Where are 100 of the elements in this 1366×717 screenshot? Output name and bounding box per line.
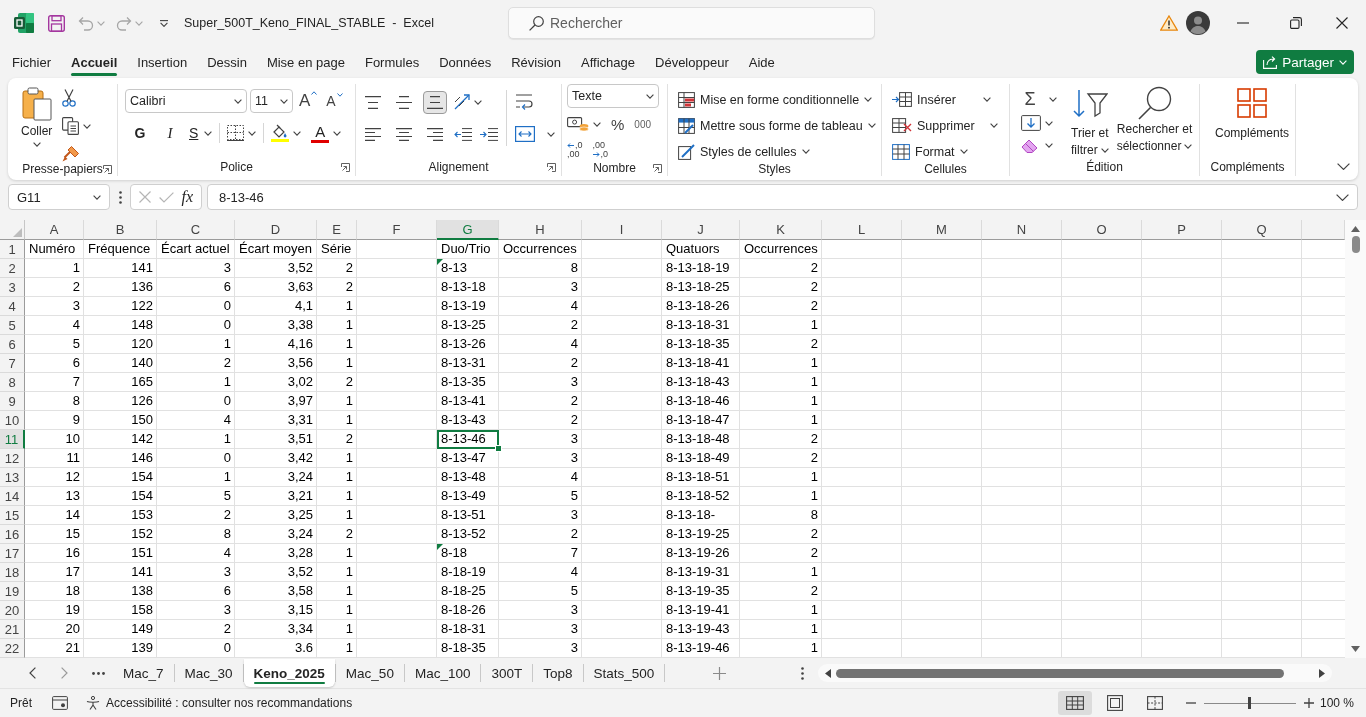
row-header[interactable]: 16 <box>0 525 25 544</box>
vertical-dots-icon[interactable] <box>801 666 805 680</box>
underline-button[interactable]: S <box>189 125 213 141</box>
copy-button[interactable] <box>62 117 92 135</box>
row-header[interactable]: 10 <box>0 411 25 430</box>
avatar-icon[interactable] <box>1186 11 1210 35</box>
chevron-down-icon[interactable] <box>1337 163 1350 170</box>
row-header[interactable]: 14 <box>0 487 25 506</box>
sheet-tab[interactable]: Mac_100 <box>404 659 481 687</box>
fill-color-button[interactable] <box>271 124 302 142</box>
font-name-dropdown[interactable]: Calibri <box>125 89 247 113</box>
sheet-tab[interactable]: Top8 <box>533 659 583 687</box>
zoom-level[interactable]: 100 % <box>1319 696 1354 710</box>
column-header[interactable]: O <box>1062 220 1142 240</box>
italic-button[interactable]: I <box>159 124 181 142</box>
column-header[interactable]: Q <box>1222 220 1302 240</box>
shrink-font-button[interactable]: A <box>326 93 343 109</box>
column-header[interactable]: P <box>1142 220 1222 240</box>
delete-button[interactable]: Supprimer <box>892 116 998 135</box>
merge-button[interactable] <box>515 126 555 142</box>
column-header[interactable]: H <box>499 220 582 240</box>
fill-handle[interactable] <box>495 445 502 452</box>
vertical-dots-icon[interactable] <box>119 190 122 204</box>
menu-tab[interactable]: Fichier <box>2 46 61 78</box>
row-header[interactable]: 8 <box>0 373 25 392</box>
scrollbar-thumb[interactable] <box>1351 236 1360 253</box>
sheet-tab[interactable]: Mac_7 <box>113 659 174 687</box>
column-header[interactable]: J <box>662 220 740 240</box>
row-header[interactable]: 5 <box>0 316 25 335</box>
column-header[interactable]: L <box>822 220 902 240</box>
increase-decimal-button[interactable]: ,0 ,00 <box>567 141 583 159</box>
column-header[interactable]: C <box>157 220 235 240</box>
row-header[interactable]: 12 <box>0 449 25 468</box>
sheet-tab[interactable]: Keno_2025 <box>243 659 335 687</box>
font-color-button[interactable]: A <box>311 123 342 143</box>
dialog-launcher-icon[interactable] <box>341 162 350 172</box>
wrap-text-icon[interactable] <box>515 93 533 111</box>
format-button[interactable]: Format <box>892 142 998 161</box>
column-header[interactable]: B <box>84 220 157 240</box>
grow-font-button[interactable]: A <box>299 91 318 111</box>
triangle-left-icon[interactable] <box>825 668 832 678</box>
column-header[interactable]: F <box>357 220 437 240</box>
view-button[interactable] <box>1057 691 1092 715</box>
autosum-button[interactable]: Σ <box>1021 90 1057 108</box>
insert-button[interactable]: Insérer <box>892 90 998 109</box>
plus-icon[interactable] <box>713 666 727 680</box>
row-header[interactable]: 13 <box>0 468 25 487</box>
row-header[interactable]: 7 <box>0 354 25 373</box>
menu-tab[interactable]: Données <box>429 46 502 78</box>
paste-button[interactable]: Coller <box>21 87 53 147</box>
conditional-formatting-button[interactable]: Mise en forme conditionnelle <box>678 90 876 109</box>
restore-icon[interactable] <box>1290 17 1302 29</box>
sheet-tab[interactable]: Mac_50 <box>335 659 404 687</box>
share-button[interactable]: Partager <box>1256 50 1354 74</box>
number-format-dropdown[interactable]: Texte <box>567 84 659 108</box>
scrollbar-thumb[interactable] <box>836 668 1285 678</box>
menu-tab[interactable]: Aide <box>738 46 785 78</box>
column-header[interactable]: A <box>25 220 84 240</box>
row-header[interactable]: 4 <box>0 297 25 316</box>
minus-icon[interactable] <box>1185 702 1196 704</box>
menu-tab[interactable]: Mise en page <box>256 46 355 78</box>
font-size-dropdown[interactable]: 11 <box>250 89 293 113</box>
formula-field[interactable]: 8-13-46 <box>207 184 1358 210</box>
sheet-tab[interactable]: Stats_500 <box>583 659 665 687</box>
accessibility-icon[interactable] <box>86 696 100 710</box>
thousands-separator-button[interactable]: 000 <box>634 118 652 130</box>
column-header[interactable]: D <box>235 220 317 240</box>
ellipsis-icon[interactable] <box>92 671 105 675</box>
row-header[interactable]: 9 <box>0 392 25 411</box>
row-header[interactable]: 17 <box>0 544 25 563</box>
percent-button[interactable]: % <box>611 115 625 133</box>
sheet-tab[interactable]: 300T <box>481 659 533 687</box>
row-header[interactable]: 20 <box>0 601 25 620</box>
menu-tab[interactable]: Affichage <box>571 46 645 78</box>
paintbrush-icon[interactable] <box>62 145 81 162</box>
menu-tab[interactable]: Accueil <box>61 46 128 78</box>
column-header[interactable]: M <box>902 220 982 240</box>
triangle-right-icon[interactable] <box>1319 668 1326 678</box>
horizontal-scrollbar[interactable] <box>818 664 1333 682</box>
add-ins-button[interactable]: Compléments <box>1215 88 1290 141</box>
row-header[interactable]: 19 <box>0 582 25 601</box>
column-header[interactable]: E <box>317 220 357 240</box>
row-header[interactable]: 6 <box>0 335 25 354</box>
accessibility-status[interactable]: Accessibilité : consulter nos recommandations <box>106 696 353 710</box>
bold-button[interactable]: G <box>129 125 151 141</box>
column-header[interactable]: G <box>437 220 499 240</box>
save-icon[interactable] <box>48 14 65 32</box>
sort-filter-button[interactable]: Trier et filtrer <box>1071 88 1109 158</box>
chevron-down-icon[interactable] <box>1336 193 1349 201</box>
row-header[interactable]: 1 <box>0 240 25 259</box>
plus-icon[interactable] <box>1303 698 1314 708</box>
column-header[interactable]: I <box>582 220 662 240</box>
search-field[interactable]: Rechercher <box>508 7 875 39</box>
row-header[interactable]: 22 <box>0 639 25 658</box>
dialog-launcher-icon[interactable] <box>103 164 112 174</box>
find-select-button[interactable]: Rechercher et sélectionner <box>1116 86 1193 154</box>
triangle-up-icon[interactable] <box>1351 226 1360 232</box>
menu-tab[interactable]: Insertion <box>127 46 198 78</box>
menu-tab[interactable]: Développeur <box>645 46 739 78</box>
borders-button[interactable] <box>227 125 257 141</box>
